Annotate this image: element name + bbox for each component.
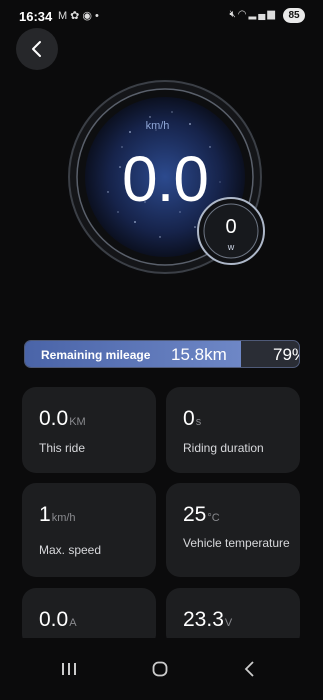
- recents-button[interactable]: [49, 654, 89, 684]
- stat-value-wrap: 23.3V: [183, 608, 232, 632]
- status-bar: 16:34 M✿◉• 🔇︎◠▂▄▆ 85: [0, 0, 323, 32]
- stat-value-wrap: 0.0KM: [39, 407, 86, 431]
- system-icons: 🔇︎◠▂▄▆: [229, 9, 277, 20]
- stat-value: 25: [183, 503, 207, 526]
- stat-value-wrap: 1km/h: [39, 503, 76, 527]
- battery-percent: 79%: [273, 345, 299, 364]
- stat-unit: s: [195, 416, 202, 428]
- recents-icon: [62, 663, 76, 675]
- stat-card-max-speed: 1km/h Max. speed: [22, 483, 156, 577]
- speed-unit: km/h: [145, 120, 170, 132]
- battery-icon: 85: [283, 8, 305, 23]
- power-value: 0: [225, 216, 237, 238]
- back-button[interactable]: [16, 28, 58, 70]
- stat-label: This ride: [39, 441, 86, 455]
- stat-label: Vehicle temperature: [183, 536, 290, 550]
- back-nav-button[interactable]: [230, 654, 270, 684]
- stat-value-wrap: 25°C: [183, 503, 220, 527]
- home-icon: [152, 661, 168, 677]
- stat-card-vehicle-temperature: 25°C Vehicle temperature: [166, 483, 300, 577]
- mileage-label: Remaining mileage: [41, 348, 151, 362]
- stat-card-riding-duration: 0s Riding duration: [166, 387, 300, 473]
- stat-unit: A: [69, 617, 77, 629]
- stat-value-wrap: 0.0A: [39, 608, 77, 632]
- mute-icon: 🔇︎: [229, 9, 238, 20]
- stat-value: 0.0: [39, 407, 69, 430]
- status-time: 16:34: [19, 9, 53, 24]
- stat-value-wrap: 0s: [183, 407, 201, 431]
- stat-unit: °C: [207, 512, 220, 524]
- stat-unit: km/h: [51, 512, 76, 524]
- stat-label: Max. speed: [39, 543, 102, 557]
- stat-label: Riding duration: [183, 441, 264, 455]
- stat-value: 23.3: [183, 608, 224, 631]
- dot-icon: •: [95, 10, 102, 22]
- stat-unit: V: [224, 617, 233, 629]
- mail-icon: M: [58, 10, 71, 22]
- stat-value: 0: [183, 407, 195, 430]
- stat-value: 0.0: [39, 608, 69, 631]
- stat-value: 1: [39, 503, 51, 526]
- power-unit: w: [227, 242, 235, 252]
- home-button[interactable]: [140, 654, 180, 684]
- system-nav-bar: [0, 638, 323, 700]
- back-nav-icon: [244, 661, 254, 677]
- wifi-icon: ◠: [237, 9, 249, 20]
- remaining-mileage-bar: Remaining mileage 15.8km 79%: [24, 340, 300, 368]
- signal-icon: ▂▄▆: [248, 9, 277, 20]
- power-gauge: 0 w: [196, 196, 266, 266]
- mileage-value: 15.8km: [171, 345, 227, 364]
- notification-icons: M✿◉•: [58, 9, 102, 22]
- stat-unit: KM: [69, 416, 86, 428]
- chevron-left-icon: [32, 41, 41, 57]
- photos-icon: ✿: [70, 10, 83, 22]
- stat-card-this-ride: 0.0KM This ride: [22, 387, 156, 473]
- chrome-icon: ◉: [82, 10, 95, 22]
